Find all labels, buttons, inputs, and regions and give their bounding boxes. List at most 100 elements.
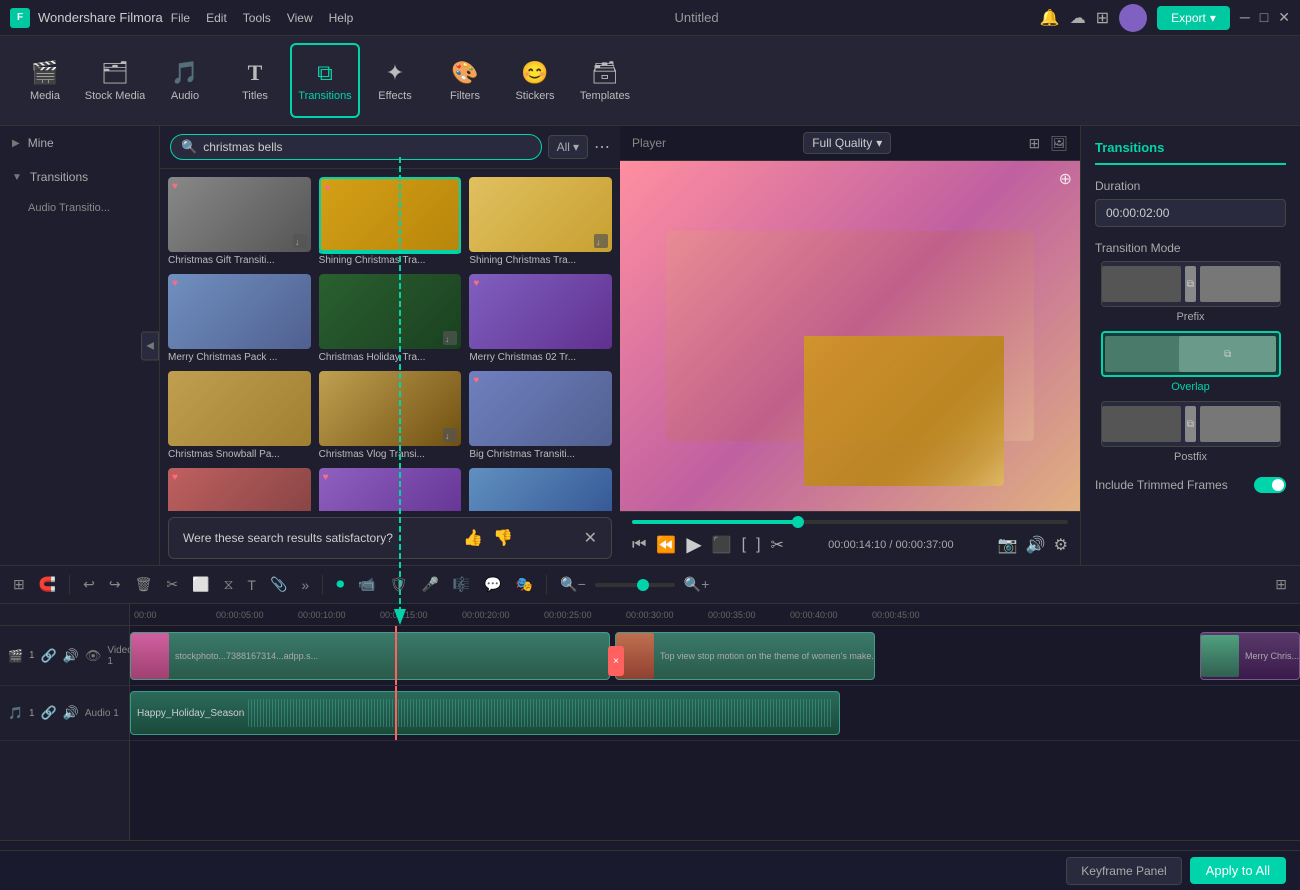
timeline-scroll[interactable] [0,840,1300,850]
grid-item-7[interactable]: Christmas Snowball Pa... [168,371,311,460]
menu-bar[interactable]: File Edit Tools View Help [171,11,354,25]
grid-item-3[interactable]: ↓ Shining Christmas Tra... [469,177,612,266]
undo-button[interactable]: ↩ [78,573,100,596]
delete-button[interactable]: 🗑 [130,573,158,596]
toolbar-audio[interactable]: 🎵 Audio [150,43,220,118]
video-clip-2[interactable]: Top view stop motion on the theme of wom… [615,632,875,680]
audio-clip[interactable]: Happy_Holiday_Season [130,691,840,735]
screenshot-button[interactable]: 📷 [998,535,1018,555]
toolbar-stock-media[interactable]: 🗂 Stock Media [80,43,150,118]
maximize-button[interactable]: □ [1260,9,1268,26]
text-button[interactable]: T [242,574,261,596]
menu-help[interactable]: Help [329,11,354,25]
export-button[interactable]: Export ▾ [1157,6,1230,30]
grid-view-icon[interactable]: ⊞ [1028,135,1040,152]
go-start-button[interactable]: ⏮ [632,536,646,554]
mode-postfix[interactable]: ⧉ Postfix [1095,401,1286,463]
progress-bar[interactable] [632,520,1068,524]
menu-file[interactable]: File [171,11,190,25]
search-input-wrap[interactable]: 🔍 [170,134,542,160]
video-clip-3[interactable]: Merry Chris... [1200,632,1300,680]
add-track-button[interactable]: ⊞ [8,573,30,596]
duration-input[interactable] [1095,199,1286,227]
zoom-slider[interactable] [595,583,675,587]
grid-item-11[interactable]: ♥ [319,468,462,511]
play-button[interactable]: ▶ [686,532,701,557]
satisfaction-close-button[interactable]: ✕ [584,528,597,548]
zoom-out-button[interactable]: 🔍− [555,573,591,596]
grid-item-1[interactable]: ♥ ↓ Christmas Gift Transiti... [168,177,311,266]
toolbar-titles[interactable]: T Titles [220,43,290,118]
grid-item-9[interactable]: ♥ Big Christmas Transiti... [469,371,612,460]
redo-button[interactable]: ↪ [104,573,126,596]
mark-in-button[interactable]: [ [742,536,746,554]
zoom-in-button[interactable]: 🔍+ [679,573,715,596]
track-eye-icon[interactable]: 👁 [85,648,102,664]
collapse-panel-button[interactable]: ◀ [141,331,159,360]
grid-item-10[interactable]: ♥ [168,468,311,511]
more-options-icon[interactable]: ⋯ [594,137,610,157]
thumbs-down-icon[interactable]: 👎 [493,528,513,548]
effect-tl-button[interactable]: 🎭 [511,573,538,596]
apps-icon[interactable]: ⊞ [1096,8,1109,28]
stop-button[interactable]: ⬛ [712,535,732,555]
split-button[interactable]: ⧖ [219,573,239,596]
mark-out-button[interactable]: ] [756,536,760,554]
track-link-icon[interactable]: 🔗 [41,648,57,664]
minimize-button[interactable]: ─ [1240,9,1250,26]
avatar[interactable] [1119,4,1147,32]
settings-button[interactable]: ⚙ [1054,535,1068,555]
track-volume-icon[interactable]: 🔊 [63,648,79,664]
crop-button[interactable]: ⬜ [187,573,214,596]
thumbs-up-icon[interactable]: 👍 [463,528,483,548]
mode-overlap[interactable]: ⧉ Overlap [1095,331,1286,393]
close-button[interactable]: ✕ [1278,9,1290,26]
video-clip-1[interactable]: stockphoto...7388167314...adpp.s... [130,632,610,680]
toolbar-effects[interactable]: ✦ Effects [360,43,430,118]
search-filter-dropdown[interactable]: All ▾ [548,135,588,159]
keyframe-panel-button[interactable]: Keyframe Panel [1066,857,1181,885]
skip-icon[interactable]: ⊕ [1059,169,1072,189]
toolbar-transitions[interactable]: ⧉ Transitions [290,43,360,118]
apply-to-all-button[interactable]: Apply to All [1190,857,1286,884]
music-button[interactable]: 🎼 [448,573,475,596]
record-button[interactable]: ⏺ [331,573,349,597]
sidebar-item-transitions[interactable]: ▼ Transitions [0,160,159,194]
subtitle-button[interactable]: 💬 [479,573,506,596]
search-input[interactable] [203,140,530,154]
clip-button[interactable]: 📎 [265,573,292,596]
quality-dropdown[interactable]: Full Quality ▾ [803,132,891,154]
cloud-icon[interactable]: ☁ [1070,8,1086,28]
menu-edit[interactable]: Edit [206,11,227,25]
toolbar-stickers[interactable]: 😊 Stickers [500,43,570,118]
toolbar-templates[interactable]: 🗃 Templates [570,43,640,118]
grid-item-8[interactable]: ↓ Christmas Vlog Transi... [319,371,462,460]
audio-link-icon[interactable]: 🔗 [41,705,57,721]
grid-item-6[interactable]: ♥ Merry Christmas 02 Tr... [469,274,612,363]
audio-volume-icon[interactable]: 🔊 [63,705,79,721]
mode-prefix[interactable]: ⧉ Prefix [1095,261,1286,323]
photo-icon[interactable]: 🖼 [1050,135,1068,152]
grid-tl-button[interactable]: ⊞ [1270,573,1292,596]
transition-marker[interactable]: × [608,646,624,676]
notifications-icon[interactable]: 🔔 [1040,8,1060,28]
camera-button[interactable]: 📹 [353,573,380,596]
toolbar-media[interactable]: 🎬 Media [10,43,80,118]
sidebar-item-audio-transition[interactable]: Audio Transitio... [0,194,159,222]
more-tl-button[interactable]: » [296,574,314,596]
grid-item-5[interactable]: ↓ Christmas Holiday Tra... [319,274,462,363]
mic-button[interactable]: 🎤 [416,573,443,596]
menu-view[interactable]: View [287,11,313,25]
grid-item-2[interactable]: ♥ Shining Christmas Tra... [319,177,462,266]
magnet-button[interactable]: 🧲 [34,573,61,596]
grid-item-4[interactable]: ♥ Merry Christmas Pack ... [168,274,311,363]
sidebar-item-mine[interactable]: ▶ Mine [0,126,159,160]
toolbar-filters[interactable]: 🎨 Filters [430,43,500,118]
trim-button[interactable]: ✂ [771,535,784,555]
volume-button[interactable]: 🔊 [1026,535,1046,555]
cut-button[interactable]: ✂ [161,573,183,596]
grid-item-12[interactable] [469,468,612,511]
shield-button[interactable]: 🛡 [385,573,413,596]
include-trimmed-toggle[interactable] [1254,477,1286,493]
step-back-button[interactable]: ⏪ [656,535,676,555]
